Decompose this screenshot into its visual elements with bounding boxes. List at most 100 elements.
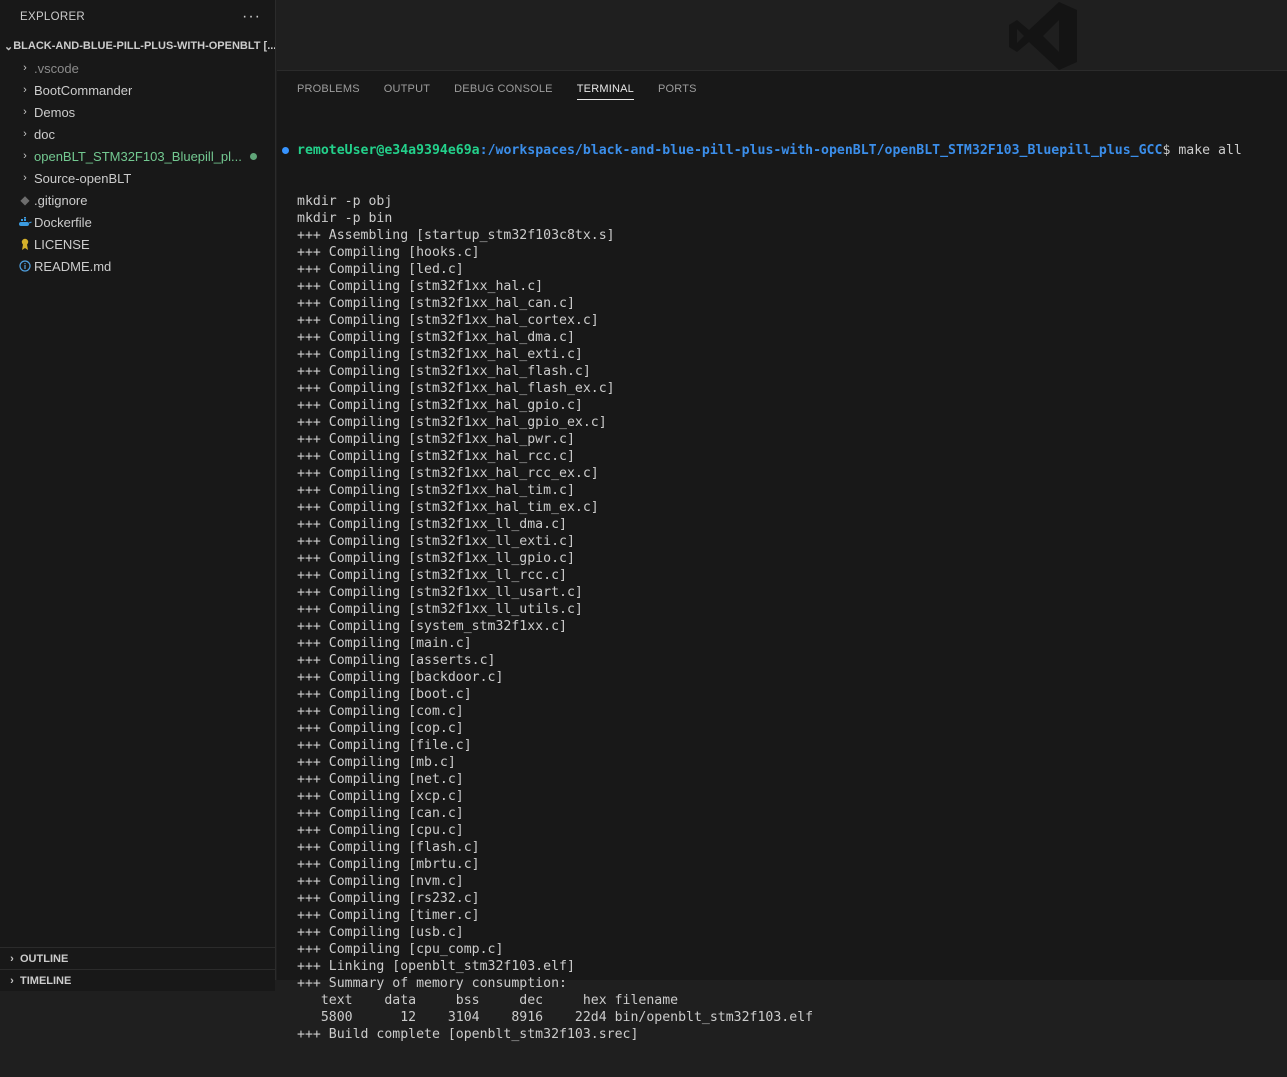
workspace-header[interactable]: ⌄ BLACK-AND-BLUE-PILL-PLUS-WITH-OPENBLT … xyxy=(0,35,275,57)
terminal-line: +++ Compiling [stm32f1xx_hal_flash.c] xyxy=(297,364,591,379)
prompt-path: :/workspaces/black-and-blue-pill-plus-wi… xyxy=(479,143,1163,158)
tree-folder-demos[interactable]: › Demos xyxy=(0,101,275,123)
tree-folder-doc[interactable]: › doc xyxy=(0,123,275,145)
terminal-line: mkdir -p bin xyxy=(297,211,393,226)
chevron-right-icon: › xyxy=(10,952,14,965)
tab-problems[interactable]: PROBLEMS xyxy=(297,71,360,107)
chevron-right-icon: › xyxy=(23,106,27,118)
workspace-title: BLACK-AND-BLUE-PILL-PLUS-WITH-OPENBLT [.… xyxy=(13,40,275,52)
terminal-line: +++ Compiling [system_stm32f1xx.c] xyxy=(297,619,567,634)
tree-file-readme[interactable]: README.md xyxy=(0,255,275,277)
terminal-line: +++ Compiling [stm32f1xx_hal_flash_ex.c] xyxy=(297,381,615,396)
terminal-line: 5800 12 3104 8916 22d4 bin/openblt_stm32… xyxy=(297,1010,814,1025)
terminal-line: +++ Compiling [rs232.c] xyxy=(297,891,480,906)
terminal-line: +++ Compiling [stm32f1xx_ll_exti.c] xyxy=(297,534,575,549)
vscode-logo-icon xyxy=(1009,2,1077,70)
tab-ports[interactable]: PORTS xyxy=(658,71,697,107)
outline-title: OUTLINE xyxy=(20,952,69,965)
explorer-title: EXPLORER xyxy=(20,11,86,23)
terminal-line: +++ Compiling [mb.c] xyxy=(297,755,456,770)
file-label: Dockerfile xyxy=(34,214,92,230)
terminal-line: +++ Compiling [stm32f1xx_ll_usart.c] xyxy=(297,585,583,600)
tree-folder-bootcommander[interactable]: › BootCommander xyxy=(0,79,275,101)
explorer-sidebar: EXPLORER ··· ⌄ BLACK-AND-BLUE-PILL-PLUS-… xyxy=(0,0,276,991)
folder-label: openBLT_STM32F103_Bluepill_pl... xyxy=(34,148,242,164)
terminal-line: +++ Compiling [asserts.c] xyxy=(297,653,496,668)
chevron-right-icon: › xyxy=(23,62,27,74)
terminal-line: mkdir -p obj xyxy=(297,194,393,209)
terminal-line: +++ Assembling [startup_stm32f103c8tx.s] xyxy=(297,228,615,243)
terminal-line: +++ Compiling [cop.c] xyxy=(297,721,464,736)
terminal-line: +++ Compiling [xcp.c] xyxy=(297,789,464,804)
terminal-line: +++ Compiling [net.c] xyxy=(297,772,464,787)
chevron-down-icon: ⌄ xyxy=(4,40,14,53)
terminal-line: +++ Compiling [stm32f1xx_hal_rcc.c] xyxy=(297,449,575,464)
terminal-line: +++ Compiling [cpu.c] xyxy=(297,823,464,838)
tree-file-dockerfile[interactable]: Dockerfile xyxy=(0,211,275,233)
tree-folder-openblt-stm32[interactable]: › openBLT_STM32F103_Bluepill_pl... xyxy=(0,145,275,167)
terminal-line: +++ Compiling [stm32f1xx_hal_cortex.c] xyxy=(297,313,599,328)
chevron-right-icon: › xyxy=(23,128,27,140)
tree-folder-source-openblt[interactable]: › Source-openBLT xyxy=(0,167,275,189)
explorer-header: EXPLORER ··· xyxy=(0,0,275,34)
terminal-line: +++ Compiling [led.c] xyxy=(297,262,464,277)
tree-folder-vscode[interactable]: › .vscode xyxy=(0,57,275,79)
folder-label: Demos xyxy=(34,104,76,120)
terminal-line: +++ Compiling [nvm.c] xyxy=(297,874,464,889)
terminal-line: +++ Compiling [stm32f1xx_hal_exti.c] xyxy=(297,347,583,362)
terminal-output[interactable]: remoteUser@e34a9394e69a:/workspaces/blac… xyxy=(282,108,1282,1077)
terminal-line: +++ Compiling [stm32f1xx_hal_gpio_ex.c] xyxy=(297,415,607,430)
timeline-section[interactable]: › TIMELINE xyxy=(0,969,275,991)
terminal-line: +++ Compiling [main.c] xyxy=(297,636,472,651)
tab-debug-console[interactable]: DEBUG CONSOLE xyxy=(454,71,553,107)
terminal-line: +++ Linking [openblt_stm32f103.elf] xyxy=(297,959,575,974)
terminal-line: +++ Compiling [stm32f1xx_ll_gpio.c] xyxy=(297,551,575,566)
terminal-line: +++ Compiling [com.c] xyxy=(297,704,464,719)
prompt-command: $ make all xyxy=(1162,143,1242,158)
modified-dot-icon xyxy=(250,153,257,160)
command-decoration-icon[interactable] xyxy=(282,147,289,154)
tab-terminal[interactable]: TERMINAL xyxy=(576,71,635,107)
file-label: README.md xyxy=(34,258,112,274)
more-actions-icon[interactable]: ··· xyxy=(242,8,261,26)
bottom-panel: PROBLEMS OUTPUT DEBUG CONSOLE TERMINAL P… xyxy=(277,70,1287,1042)
terminal-line: +++ Compiling [stm32f1xx_hal_pwr.c] xyxy=(297,432,575,447)
terminal-prompt: remoteUser@e34a9394e69a:/workspaces/blac… xyxy=(282,142,1282,159)
terminal-line: +++ Compiling [timer.c] xyxy=(297,908,480,923)
file-label: LICENSE xyxy=(34,236,90,252)
terminal-line: +++ Compiling [stm32f1xx_ll_rcc.c] xyxy=(297,568,567,583)
chevron-right-icon: › xyxy=(10,974,14,987)
terminal-line: +++ Compiling [backdoor.c] xyxy=(297,670,504,685)
folder-label: doc xyxy=(34,126,55,142)
info-icon xyxy=(16,260,34,272)
tab-output[interactable]: OUTPUT xyxy=(384,71,430,107)
terminal-line: +++ Compiling [hooks.c] xyxy=(297,245,480,260)
folder-label: .vscode xyxy=(34,60,79,76)
terminal-line: +++ Compiling [stm32f1xx_ll_dma.c] xyxy=(297,517,567,532)
terminal-line: +++ Compiling [stm32f1xx_hal_dma.c] xyxy=(297,330,575,345)
tree-file-license[interactable]: LICENSE xyxy=(0,233,275,255)
terminal-line: text data bss dec hex filename xyxy=(297,993,679,1008)
tree-file-gitignore[interactable]: ◆ .gitignore xyxy=(0,189,275,211)
timeline-title: TIMELINE xyxy=(20,974,72,987)
license-icon xyxy=(16,238,34,251)
git-icon: ◆ xyxy=(20,193,30,207)
editor-area xyxy=(277,0,1287,70)
terminal-line: +++ Compiling [stm32f1xx_hal_tim.c] xyxy=(297,483,575,498)
terminal-line: +++ Compiling [boot.c] xyxy=(297,687,472,702)
terminal-line: +++ Summary of memory consumption: xyxy=(297,976,567,991)
terminal-line: +++ Build complete [openblt_stm32f103.sr… xyxy=(297,1027,639,1042)
terminal-line: +++ Compiling [usb.c] xyxy=(297,925,464,940)
terminal-line: +++ Compiling [stm32f1xx_hal_rcc_ex.c] xyxy=(297,466,599,481)
panel-tabs: PROBLEMS OUTPUT DEBUG CONSOLE TERMINAL P… xyxy=(277,71,1287,107)
outline-section[interactable]: › OUTLINE xyxy=(0,947,275,969)
file-label: .gitignore xyxy=(34,192,88,208)
docker-icon xyxy=(16,216,34,228)
terminal-line: +++ Compiling [stm32f1xx_hal.c] xyxy=(297,279,544,294)
chevron-right-icon: › xyxy=(23,172,27,184)
terminal-lines: mkdir -p obj mkdir -p bin +++ Assembling [… xyxy=(297,193,1282,1043)
terminal-line: +++ Compiling [file.c] xyxy=(297,738,472,753)
terminal-line: +++ Compiling [can.c] xyxy=(297,806,464,821)
terminal-line: +++ Compiling [cpu_comp.c] xyxy=(297,942,504,957)
terminal-line: +++ Compiling [mbrtu.c] xyxy=(297,857,480,872)
